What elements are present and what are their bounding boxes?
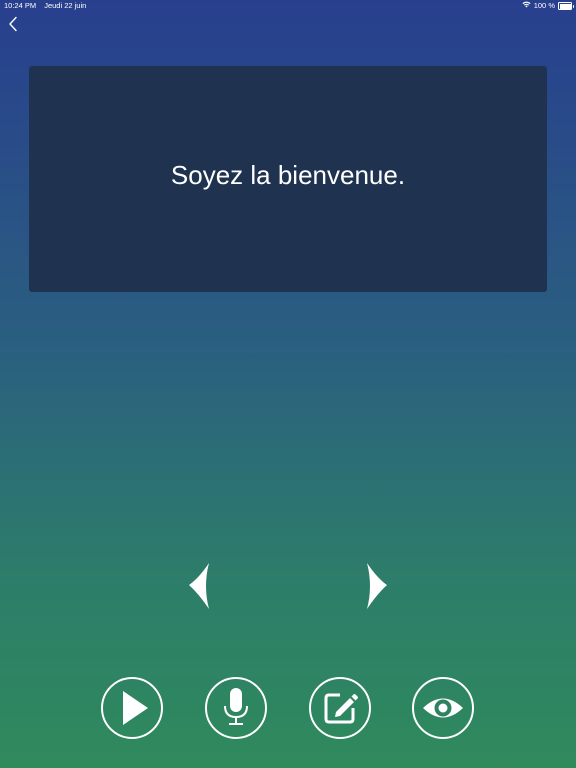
- record-button[interactable]: [205, 677, 267, 739]
- battery-icon: [558, 2, 574, 10]
- status-left: 10:24 PM Jeudi 22 juin: [4, 0, 92, 12]
- status-date: Jeudi 22 juin: [44, 1, 87, 10]
- chevron-left-icon: [9, 16, 17, 32]
- battery-percent: 100 %: [533, 1, 555, 10]
- edit-icon: [324, 693, 358, 724]
- status-right: 100 %: [522, 0, 574, 12]
- play-button[interactable]: [101, 677, 163, 739]
- status-time: 10:24 PM: [4, 1, 37, 10]
- phrase-text: Soyez la bienvenue.: [170, 159, 406, 190]
- caret-right-icon: [367, 563, 387, 609]
- eye-icon: [423, 698, 463, 718]
- next-button[interactable]: [364, 563, 388, 609]
- edit-button[interactable]: [309, 677, 371, 739]
- show-button[interactable]: [412, 677, 474, 739]
- microphone-icon: [224, 688, 248, 725]
- caret-left-icon: [189, 563, 209, 609]
- play-icon: [123, 691, 148, 725]
- previous-button[interactable]: [188, 563, 212, 609]
- back-button[interactable]: [4, 14, 22, 34]
- status-bar: 10:24 PM Jeudi 22 juin 100 %: [0, 0, 576, 14]
- wifi-icon: [522, 0, 531, 12]
- phrase-card: Soyez la bienvenue.: [29, 66, 547, 292]
